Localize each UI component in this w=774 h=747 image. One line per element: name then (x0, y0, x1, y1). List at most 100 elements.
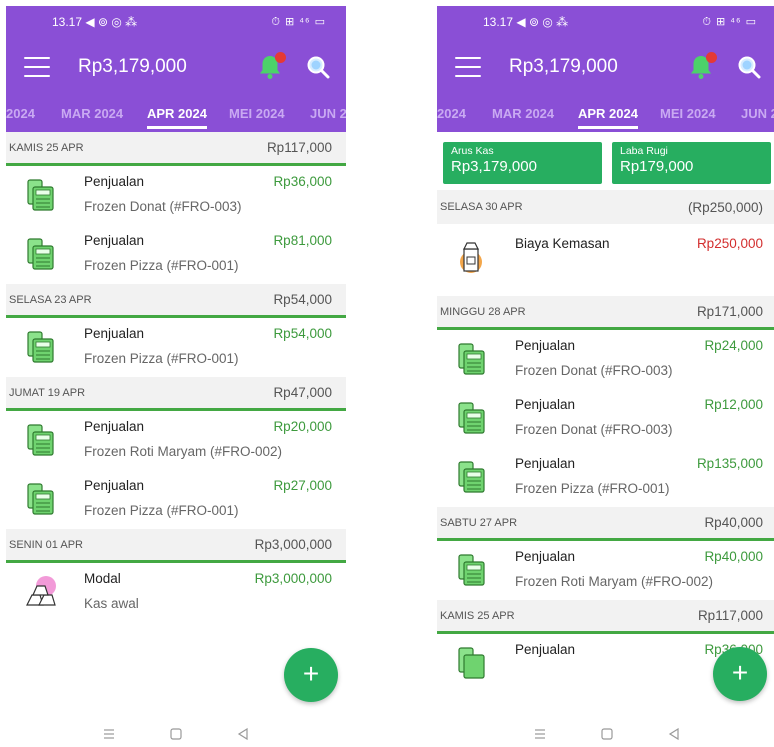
tab-jun-2024[interactable]: JUN 2 (310, 96, 346, 132)
status-time: 13.17 ◀ ⊚ ◎ ⁂ (483, 15, 569, 29)
transaction-amount: Rp250,000 (696, 236, 763, 251)
transaction-amount: Rp54,000 (273, 326, 332, 341)
transaction-desc: Frozen Roti Maryam (#FRO-002) (84, 444, 283, 459)
notification-badge (706, 52, 717, 63)
day-header: JUMAT 19 APR Rp47,000 (6, 377, 346, 411)
transaction-item[interactable]: Penjualan Frozen Roti Maryam (#FRO-002) … (6, 411, 346, 470)
day-header: KAMIS 25 APR Rp117,000 (6, 132, 346, 166)
transaction-desc: Frozen Pizza (#FRO-001) (515, 481, 670, 496)
status-icons: ⏱ ⊞ ⁴⁶ ▭ (271, 16, 326, 28)
transaction-title: Penjualan (515, 549, 576, 564)
day-date: SELASA 30 APR (440, 201, 523, 213)
transaction-title: Penjualan (515, 338, 576, 353)
system-nav-bar (6, 720, 346, 747)
transaction-item[interactable]: Penjualan Frozen Pizza (#FRO-001) Rp27,0… (6, 470, 346, 529)
tab-jun-2024[interactable]: JUN 2 (741, 96, 774, 132)
transaction-amount: Rp81,000 (273, 233, 332, 248)
day-total: Rp117,000 (266, 140, 332, 155)
day-header: SELASA 30 APR (Rp250,000) (437, 190, 774, 224)
phone-screen-right: 13.17 ◀ ⊚ ◎ ⁂ ⏱ ⊞ ⁴⁶ ▭ Rp3,179,000 2024 … (437, 6, 774, 720)
transaction-item[interactable]: Penjualan Frozen Roti Maryam (#FRO-002) … (437, 541, 774, 600)
gold-bars-icon (26, 576, 56, 606)
transaction-list: Arus Kas Rp3,179,000 Laba Rugi Rp179,000… (437, 132, 774, 693)
transaction-item[interactable]: Penjualan Frozen Donat (#FRO-003) Rp12,0… (437, 389, 774, 448)
day-header: SELASA 23 APR Rp54,000 (6, 284, 346, 318)
arus-kas-label: Arus Kas (451, 145, 494, 157)
transaction-amount: Rp135,000 (696, 456, 763, 471)
notification-bell-icon[interactable] (256, 52, 286, 81)
tab-year[interactable]: 2024 (6, 96, 35, 132)
day-total: Rp47,000 (273, 385, 332, 400)
transaction-title: Modal (84, 571, 121, 586)
status-icons: ⏱ ⊞ ⁴⁶ ▭ (702, 16, 757, 28)
hamburger-menu-icon[interactable] (24, 57, 50, 77)
day-header: KAMIS 25 APR Rp117,000 (437, 600, 774, 634)
transaction-desc: Frozen Donat (#FRO-003) (84, 199, 242, 214)
day-header: SABTU 27 APR Rp40,000 (437, 507, 774, 541)
cash-register-icon (458, 402, 485, 434)
cash-register-icon (458, 343, 485, 375)
transaction-desc: Frozen Donat (#FRO-003) (515, 422, 673, 437)
tab-apr-2024[interactable]: APR 2024 (147, 96, 207, 132)
hamburger-menu-icon[interactable] (455, 57, 481, 77)
tab-mei-2024[interactable]: MEI 2024 (229, 96, 285, 132)
transaction-desc: Frozen Donat (#FRO-003) (515, 363, 673, 378)
search-icon[interactable] (306, 55, 330, 79)
tab-mei-2024[interactable]: MEI 2024 (660, 96, 716, 132)
search-icon[interactable] (737, 55, 761, 79)
transaction-title: Penjualan (84, 419, 145, 434)
transaction-item[interactable]: Penjualan Frozen Pizza (#FRO-001) Rp54,0… (6, 318, 346, 377)
add-transaction-button[interactable]: + (284, 648, 338, 702)
back-icon[interactable] (236, 727, 250, 741)
cash-register-icon (27, 483, 54, 515)
arus-kas-value: Rp3,179,000 (451, 158, 537, 175)
transaction-desc: Kas awal (84, 596, 139, 611)
recent-apps-icon[interactable] (102, 727, 116, 741)
day-date: KAMIS 25 APR (9, 141, 84, 154)
cash-register-icon (458, 461, 485, 493)
transaction-amount: Rp40,000 (704, 549, 763, 564)
day-date: JUMAT 19 APR (9, 386, 86, 399)
transaction-desc: Frozen Roti Maryam (#FRO-002) (515, 574, 714, 589)
laba-rugi-label: Laba Rugi (620, 145, 668, 157)
transaction-amount: Rp12,000 (704, 397, 763, 412)
month-tabs: 2024 MAR 2024 APR 2024 MEI 2024 JUN 2 (6, 96, 346, 132)
transaction-item[interactable]: Biaya Kemasan Rp250,000 (437, 224, 774, 296)
add-transaction-button[interactable]: + (713, 647, 767, 701)
laba-rugi-card[interactable]: Laba Rugi Rp179,000 (612, 142, 771, 184)
transaction-amount: Rp36,000 (273, 174, 332, 189)
tab-year[interactable]: 2024 (437, 96, 466, 132)
cash-register-icon (27, 331, 54, 363)
day-date: SELASA 23 APR (9, 293, 92, 306)
transaction-item[interactable]: Penjualan Frozen Donat (#FRO-003) Rp24,0… (437, 330, 774, 389)
transaction-item[interactable]: Penjualan Frozen Pizza (#FRO-001) Rp135,… (437, 448, 774, 507)
arus-kas-card[interactable]: Arus Kas Rp3,179,000 (443, 142, 602, 184)
transaction-item[interactable]: Modal Kas awal Rp3,000,000 (6, 563, 346, 622)
recent-apps-icon[interactable] (533, 727, 547, 741)
package-box-icon (460, 242, 482, 273)
system-nav-bar (437, 720, 774, 747)
home-icon[interactable] (169, 727, 183, 741)
tab-mar-2024[interactable]: MAR 2024 (61, 96, 123, 132)
transaction-amount: Rp24,000 (704, 338, 763, 353)
transaction-item[interactable]: Penjualan Frozen Pizza (#FRO-001) Rp81,0… (6, 225, 346, 284)
day-total: Rp117,000 (697, 608, 763, 623)
cash-register-icon (27, 238, 54, 270)
home-icon[interactable] (600, 727, 614, 741)
tab-mar-2024[interactable]: MAR 2024 (492, 96, 554, 132)
tab-apr-2024[interactable]: APR 2024 (578, 96, 638, 132)
day-total: Rp3,000,000 (254, 537, 332, 552)
app-bar: Rp3,179,000 (437, 38, 774, 96)
notification-badge (275, 52, 286, 63)
day-date: KAMIS 25 APR (440, 609, 515, 622)
back-icon[interactable] (667, 727, 681, 741)
transaction-item[interactable]: Penjualan Frozen Donat (#FRO-003) Rp36,0… (6, 166, 346, 225)
transaction-amount: Rp20,000 (273, 419, 332, 434)
cash-register-icon (458, 647, 485, 679)
summary-cards: Arus Kas Rp3,179,000 Laba Rugi Rp179,000 (437, 132, 774, 190)
transaction-amount: Rp27,000 (273, 478, 332, 493)
notification-bell-icon[interactable] (687, 52, 717, 81)
transaction-desc: Frozen Pizza (#FRO-001) (84, 351, 239, 366)
day-header: MINGGU 28 APR Rp171,000 (437, 296, 774, 330)
day-date: SABTU 27 APR (440, 516, 518, 529)
